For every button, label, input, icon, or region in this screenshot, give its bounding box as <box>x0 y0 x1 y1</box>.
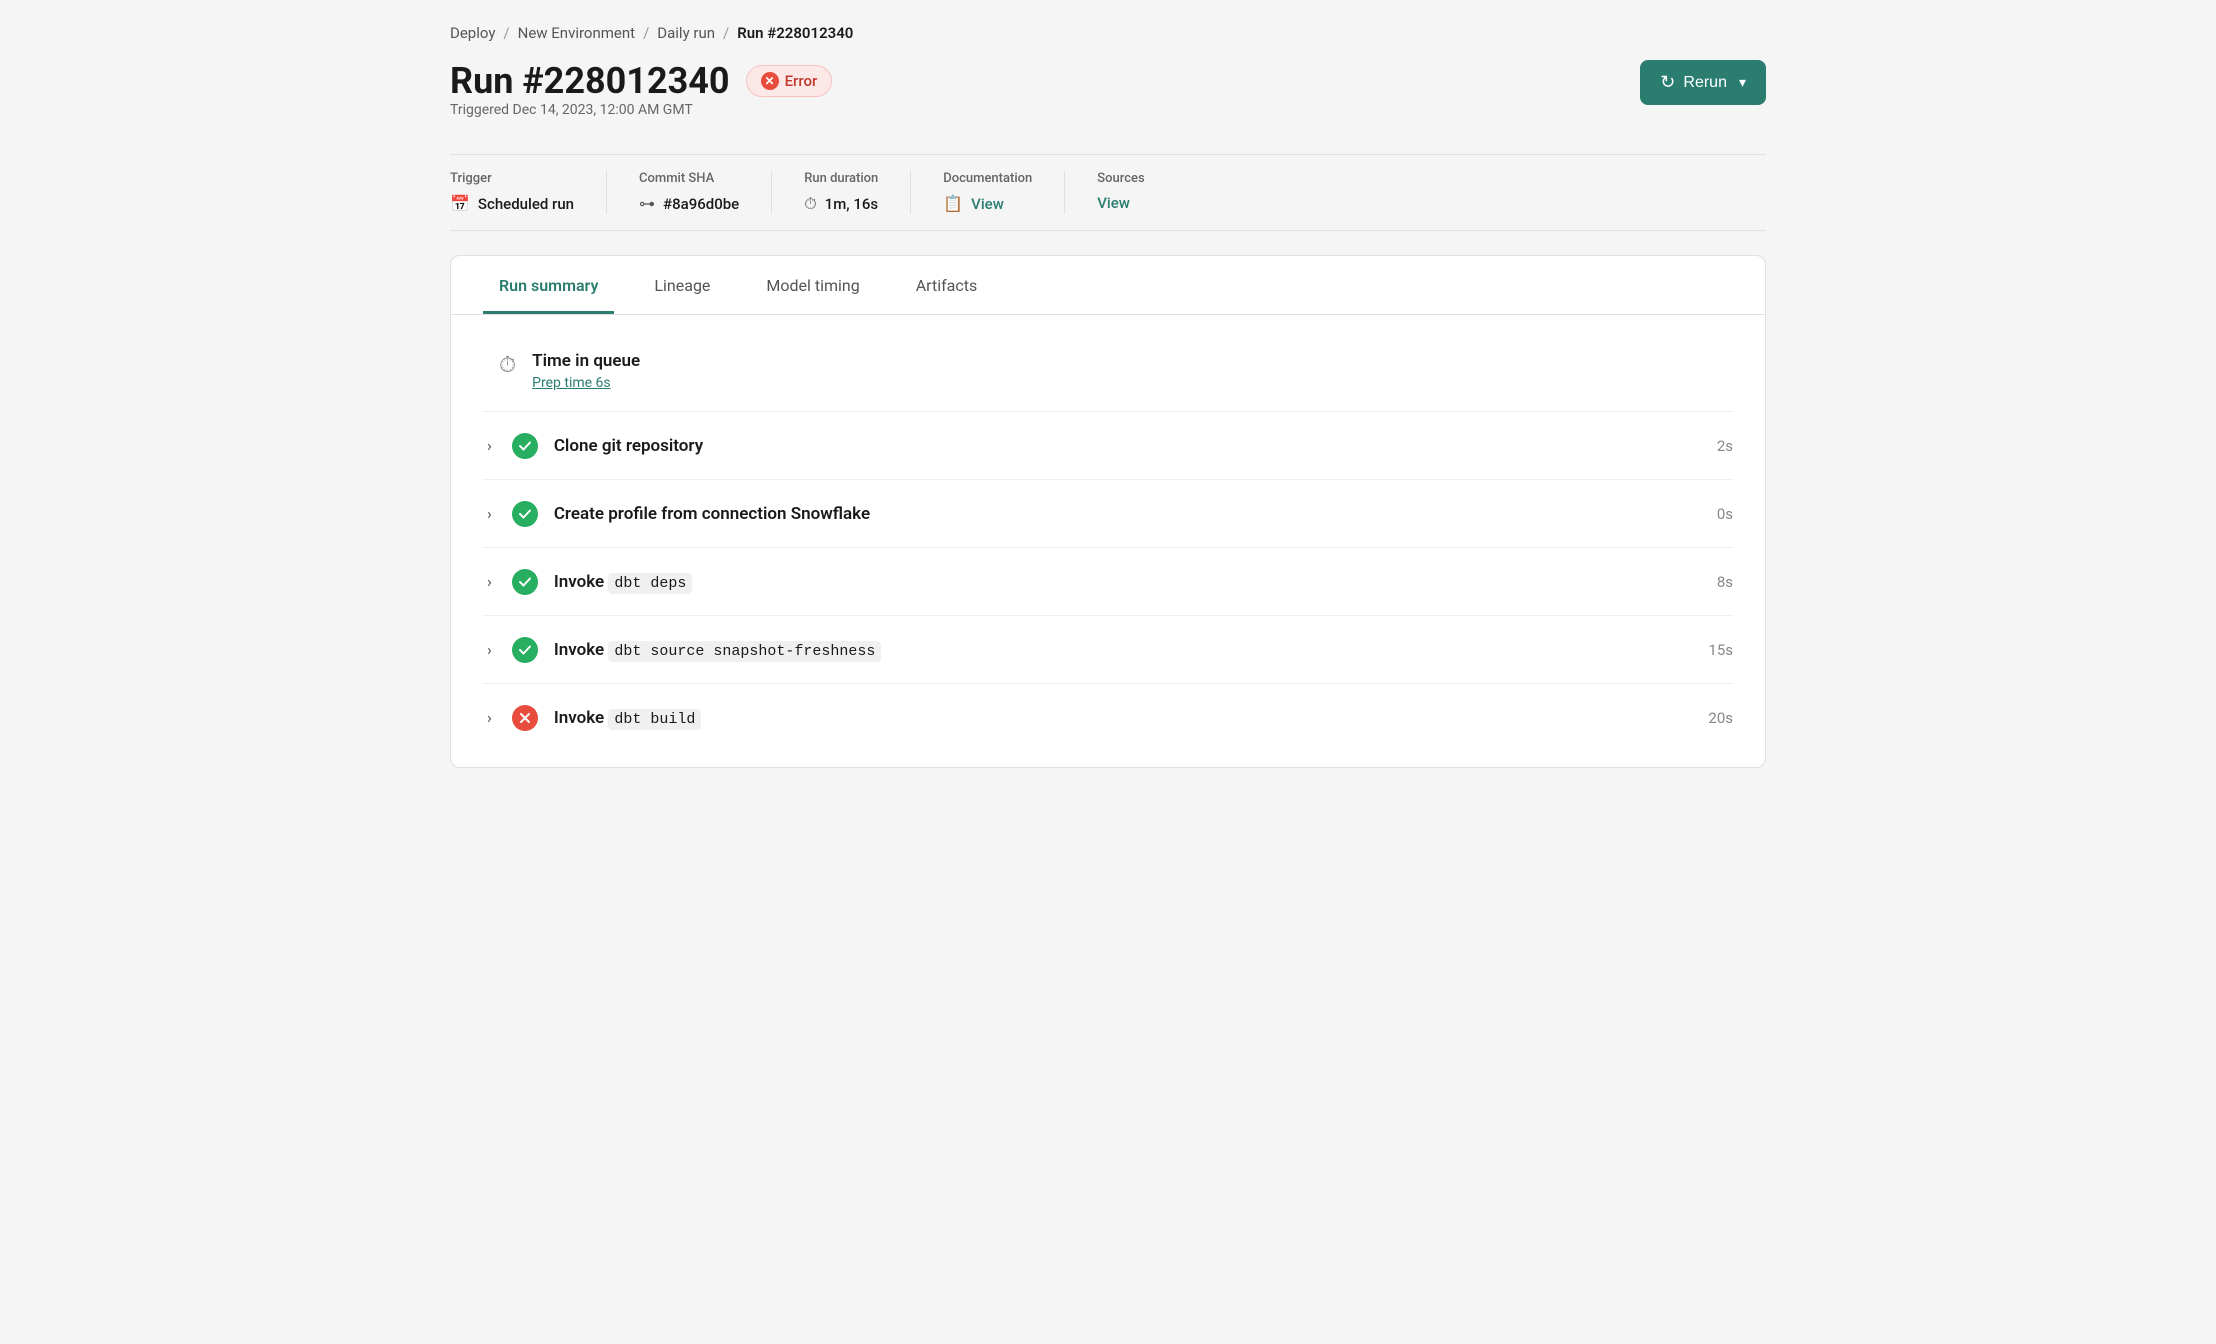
meta-trigger: Trigger 📅 Scheduled run <box>450 171 607 214</box>
queue-sub[interactable]: Prep time 6s <box>532 375 640 391</box>
step-status-icon-4 <box>512 637 538 663</box>
page: Deploy / New Environment / Daily run / R… <box>418 0 1798 1344</box>
breadcrumb-deploy[interactable]: Deploy <box>450 24 495 42</box>
step-chevron-3[interactable]: › <box>483 568 496 595</box>
queue-section: ⏱ Time in queue Prep time 6s <box>483 331 1733 412</box>
step-label-2: Create profile from connection Snowflake <box>554 504 1677 524</box>
calendar-icon: 📅 <box>450 194 470 213</box>
breadcrumb-daily-run[interactable]: Daily run <box>657 24 715 42</box>
triggered-text: Triggered Dec 14, 2023, 12:00 AM GMT <box>450 102 832 118</box>
rerun-label: Rerun <box>1683 74 1727 92</box>
tab-run-summary[interactable]: Run summary <box>483 256 614 314</box>
queue-clock-icon: ⏱ <box>499 353 516 378</box>
header-row: Run #228012340 ✕ Error Triggered Dec 14,… <box>450 60 1766 146</box>
error-icon: ✕ <box>761 72 779 90</box>
breadcrumb: Deploy / New Environment / Daily run / R… <box>450 24 1766 42</box>
commit-value: #8a96d0be <box>663 195 739 213</box>
page-title: Run #228012340 <box>450 60 730 102</box>
duration-value: 1m, 16s <box>825 195 878 213</box>
meta-bar: Trigger 📅 Scheduled run Commit SHA ⊶ #8a… <box>450 154 1766 231</box>
step-label-5: Invoke dbt build <box>554 708 1677 728</box>
clock-icon: ⏱ <box>804 194 816 214</box>
step-label-1: Clone git repository <box>554 436 1677 456</box>
rerun-button[interactable]: ↻ Rerun ▾ <box>1640 60 1766 105</box>
step-duration-4: 15s <box>1693 641 1733 659</box>
step-status-icon-2 <box>512 501 538 527</box>
trigger-label: Trigger <box>450 171 574 186</box>
step-row: › Create profile from connection Snowfla… <box>483 480 1733 548</box>
steps-list: › Clone git repository 2s › Create profi… <box>483 412 1733 751</box>
status-badge: ✕ Error <box>746 65 833 97</box>
tab-model-timing[interactable]: Model timing <box>750 256 875 314</box>
status-label: Error <box>785 72 818 90</box>
tab-lineage[interactable]: Lineage <box>638 256 726 314</box>
rerun-icon: ↻ <box>1660 72 1675 93</box>
step-label-4: Invoke dbt source snapshot-freshness <box>554 640 1677 660</box>
trigger-value: Scheduled run <box>478 195 574 213</box>
meta-docs: Documentation 📋 View <box>943 171 1065 214</box>
commit-value-row: ⊶ #8a96d0be <box>639 194 739 213</box>
main-card: Run summary Lineage Model timing Artifac… <box>450 255 1766 768</box>
step-duration-2: 0s <box>1693 505 1733 523</box>
breadcrumb-run-id: Run #228012340 <box>737 24 853 42</box>
run-steps: ⏱ Time in queue Prep time 6s › Clone git… <box>451 315 1765 767</box>
step-row: › Clone git repository 2s <box>483 412 1733 480</box>
sources-label: Sources <box>1097 171 1144 186</box>
title-section: Run #228012340 ✕ Error Triggered Dec 14,… <box>450 60 832 146</box>
title-group: Run #228012340 ✕ Error <box>450 60 832 102</box>
sources-value-row[interactable]: View <box>1097 194 1144 212</box>
step-chevron-1[interactable]: › <box>483 432 496 459</box>
docs-link[interactable]: View <box>971 195 1004 213</box>
meta-duration: Run duration ⏱ 1m, 16s <box>804 171 911 214</box>
step-chevron-4[interactable]: › <box>483 636 496 663</box>
queue-info: Time in queue Prep time 6s <box>532 351 640 391</box>
breadcrumb-sep-1: / <box>503 24 509 42</box>
docs-icon: 📋 <box>943 194 963 213</box>
step-duration-1: 2s <box>1693 437 1733 455</box>
step-chevron-2[interactable]: › <box>483 500 496 527</box>
step-status-icon-3 <box>512 569 538 595</box>
tab-artifacts[interactable]: Artifacts <box>900 256 994 314</box>
step-chevron-5[interactable]: › <box>483 704 496 731</box>
step-row: › Invoke dbt build 20s <box>483 684 1733 751</box>
sources-link[interactable]: View <box>1097 194 1130 212</box>
breadcrumb-sep-3: / <box>723 24 729 42</box>
step-row: › Invoke dbt deps 8s <box>483 548 1733 616</box>
trigger-value-row: 📅 Scheduled run <box>450 194 574 213</box>
meta-commit: Commit SHA ⊶ #8a96d0be <box>639 171 772 214</box>
step-status-icon-5 <box>512 705 538 731</box>
queue-title: Time in queue <box>532 351 640 371</box>
step-duration-5: 20s <box>1693 709 1733 727</box>
step-duration-3: 8s <box>1693 573 1733 591</box>
tabs-bar: Run summary Lineage Model timing Artifac… <box>451 256 1765 315</box>
step-status-icon-1 <box>512 433 538 459</box>
step-label-3: Invoke dbt deps <box>554 572 1677 592</box>
docs-label: Documentation <box>943 171 1032 186</box>
meta-sources: Sources View <box>1097 171 1176 214</box>
chevron-down-icon: ▾ <box>1739 74 1746 91</box>
commit-label: Commit SHA <box>639 171 739 186</box>
docs-value-row[interactable]: 📋 View <box>943 194 1032 213</box>
duration-label: Run duration <box>804 171 878 186</box>
breadcrumb-sep-2: / <box>643 24 649 42</box>
step-row: › Invoke dbt source snapshot-freshness 1… <box>483 616 1733 684</box>
breadcrumb-new-environment[interactable]: New Environment <box>518 24 635 42</box>
commit-icon: ⊶ <box>639 194 655 213</box>
duration-value-row: ⏱ 1m, 16s <box>804 194 878 214</box>
